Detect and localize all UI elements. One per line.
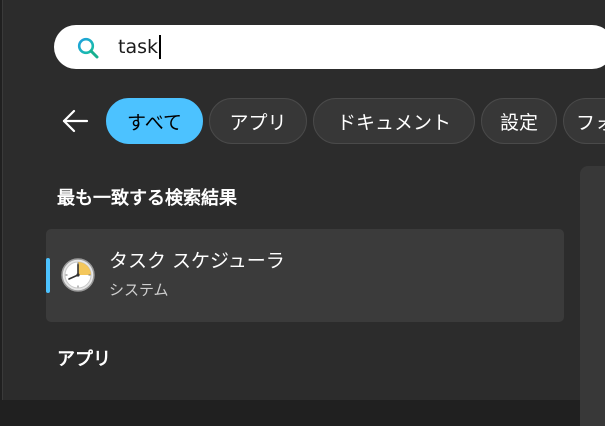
search-box[interactable]: task (54, 25, 605, 69)
search-icon (77, 37, 99, 59)
clock-icon (61, 258, 95, 292)
selection-indicator (46, 258, 50, 293)
apps-heading: アプリ (57, 349, 111, 370)
filter-chip-label: すべて (127, 111, 182, 134)
filter-chip-label: ドキュメント (336, 111, 451, 134)
filter-chip-all[interactable]: すべて (106, 98, 203, 144)
preview-pane (580, 166, 605, 426)
text-caret (159, 35, 161, 59)
best-match-result[interactable]: タスク スケジューラ システム (46, 229, 564, 322)
best-match-heading: 最も一致する検索結果 (57, 188, 237, 209)
filter-chip-label: アプリ (229, 111, 287, 134)
filter-chip-settings[interactable]: 設定 (481, 98, 557, 144)
filter-chip-folders[interactable]: フォ (563, 98, 605, 144)
result-app-type: システム (109, 281, 169, 299)
filter-chip-documents[interactable]: ドキュメント (313, 98, 475, 144)
filter-chip-label: フォ (576, 111, 605, 134)
filter-chip-apps[interactable]: アプリ (209, 98, 307, 144)
search-input[interactable]: task (118, 35, 161, 59)
result-app-name: タスク スケジューラ (109, 250, 285, 272)
search-panel: task すべて アプリ ドキュメント 設定 フォ 最も一致する検索結果 (2, 0, 605, 426)
back-arrow-icon[interactable] (61, 106, 91, 136)
filter-chip-label: 設定 (499, 111, 538, 134)
search-query: task (118, 36, 158, 58)
